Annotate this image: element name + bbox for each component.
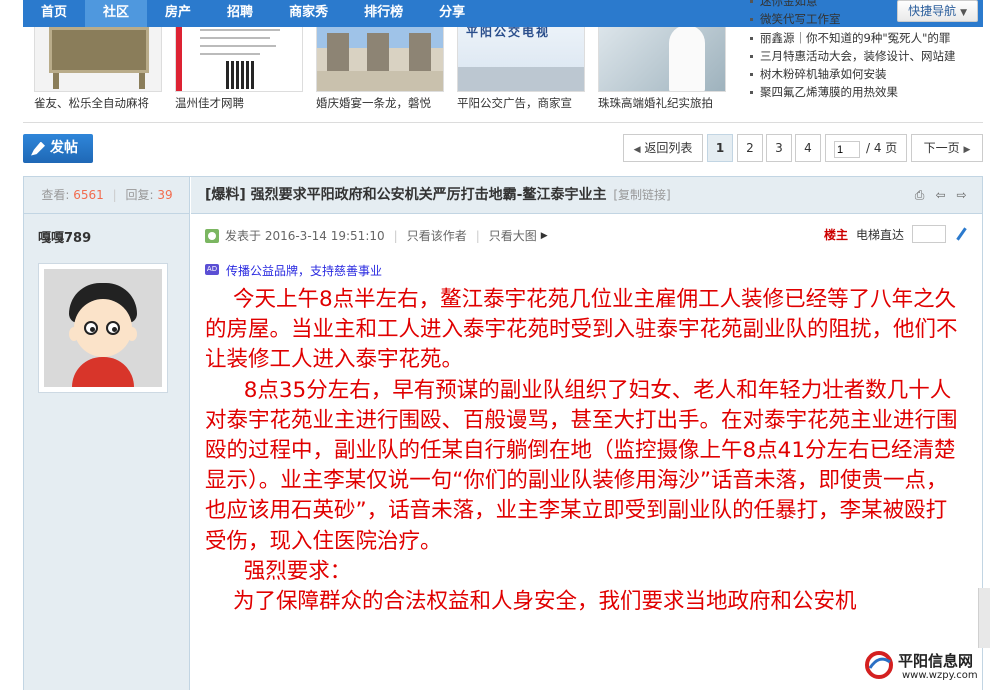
thread-title-bar: [爆料] 强烈要求平阳政府和公安机关严厉打击地霸-鳌江泰宇业主 [复制链接] ⎙… — [191, 177, 982, 214]
nav-item-realestate[interactable]: 房产 — [147, 0, 209, 27]
page: 雀友、松乐全自动麻将 温州佳才网聘 婚庆婚宴一条龙，磐悦 平阳公交电视 平阳公交… — [0, 0, 990, 690]
author-name[interactable]: 嘎嘎789 — [38, 227, 91, 246]
go-arrow-icon[interactable] — [954, 227, 968, 241]
floor-info: 楼主 电梯直达 — [824, 225, 968, 243]
thumbnail-wedding-photo[interactable]: 珠珠高端婚礼纪实旅拍 — [598, 18, 726, 113]
stats-separator: | — [112, 188, 117, 202]
thumbnail-image[interactable] — [598, 18, 726, 92]
meta-separator: | — [475, 228, 480, 243]
thread-title-text: 强烈要求平阳政府和公安机关严厉打击地霸-鳌江泰宇业主 — [250, 187, 607, 203]
quick-nav-label: 快捷导航 — [908, 4, 957, 18]
only-author-link[interactable]: 只看该作者 — [407, 227, 467, 244]
next-thread-icon[interactable]: ⇨ — [955, 189, 968, 202]
chevron-left-icon: ◀ — [633, 145, 641, 155]
post-date: 发表于 2016-3-14 19:51:10 — [225, 229, 385, 243]
headline-item[interactable]: 聚四氟乙烯薄膜的用热效果 — [748, 83, 980, 101]
thumbnail-caption[interactable]: 珠珠高端婚礼纪实旅拍 — [598, 95, 738, 111]
thumbnail-caption[interactable]: 婚庆婚宴一条龙，磐悦 — [316, 95, 456, 111]
page-button[interactable]: 4 — [795, 134, 821, 162]
elevator-label: 电梯直达 — [855, 227, 904, 242]
avatar[interactable] — [38, 263, 168, 393]
prev-thread-icon[interactable]: ⇦ — [934, 189, 947, 202]
watermark-url: www.wzpy.com — [902, 670, 978, 681]
author-column: 查看: 6561 | 回复: 39 嘎嘎789 — [24, 177, 190, 690]
next-page-button[interactable]: 下一页 ▶ — [911, 134, 983, 162]
views-label: 查看: — [41, 188, 70, 202]
nav-item-home[interactable]: 首页 — [23, 0, 85, 27]
thumbnail-image[interactable] — [316, 18, 444, 92]
post-meta: 发表于 2016-3-14 19:51:10 | 只看该作者 | 只看大图 ▶ — [205, 227, 548, 244]
post-paragraph: 今天上午8点半左右，鳌江泰宇花苑几位业主雇佣工人装修已经等了八年之久的房屋。当业… — [205, 287, 958, 373]
views-count: 6561 — [73, 188, 104, 202]
triangle-right-icon: ▶ — [540, 230, 548, 241]
avatar-image[interactable] — [44, 269, 162, 387]
page-jump-input[interactable] — [834, 141, 860, 158]
quick-nav-button[interactable]: 快捷导航 ▼ — [897, 0, 978, 22]
floor-jump-input[interactable] — [912, 225, 946, 243]
new-post-label: 发帖 — [50, 140, 78, 156]
print-icon[interactable]: ⎙ — [913, 189, 926, 202]
nav-item-share[interactable]: 分享 — [421, 0, 483, 27]
thumbnail-caption[interactable]: 温州佳才网聘 — [175, 95, 315, 111]
pencil-icon — [31, 141, 45, 156]
page-button[interactable]: 2 — [737, 134, 763, 162]
post-paragraph: 强烈要求： — [243, 558, 352, 584]
chevron-right-icon: ▶ — [963, 145, 971, 155]
headline-item[interactable]: 三月特惠活动大会，装修设计、网站建 — [748, 47, 980, 65]
caret-down-icon: ▼ — [960, 8, 967, 18]
divider — [23, 122, 983, 123]
online-user-icon — [205, 228, 219, 243]
ad-text[interactable]: 传播公益品牌，支持慈善事业 — [226, 263, 382, 277]
thumbnail-caption[interactable]: 平阳公交广告，商家宣 — [457, 95, 597, 111]
ad-badge-icon: AD — [205, 264, 219, 275]
nav-item-community[interactable]: 社区 — [85, 0, 148, 27]
thumbnail-wedding[interactable]: 婚庆婚宴一条龙，磐悦 — [316, 18, 444, 113]
thumbnail-bus-ad[interactable]: 平阳公交电视 平阳公交广告，商家宣 — [457, 18, 585, 113]
page-total: / 4 页 — [866, 141, 898, 155]
watermark-title: 平阳信息网 — [898, 652, 974, 670]
scrollbar[interactable] — [978, 588, 990, 648]
site-logo-icon — [865, 651, 893, 679]
site-watermark: 平阳信息网 www.wzpy.com — [862, 646, 982, 686]
nav-item-rankings[interactable]: 排行榜 — [346, 0, 421, 27]
replies-label: 回复: — [125, 188, 154, 202]
thread-stats: 查看: 6561 | 回复: 39 — [24, 177, 190, 214]
post-content-column: [爆料] 强烈要求平阳政府和公安机关严厉打击地霸-鳌江泰宇业主 [复制链接] ⎙… — [191, 177, 982, 690]
headline-item[interactable]: 树木粉碎机轴承如何安装 — [748, 65, 980, 83]
ad-image-strip: 雀友、松乐全自动麻将 温州佳才网聘 婚庆婚宴一条龙，磐悦 平阳公交电视 平阳公交… — [34, 18, 734, 113]
post-panel: 查看: 6561 | 回复: 39 嘎嘎789 [爆料] 强烈要求平阳政府和公安… — [23, 176, 983, 690]
thumbnail-mahjong[interactable]: 雀友、松乐全自动麻将 — [34, 18, 162, 113]
thread-title: [爆料] 强烈要求平阳政府和公安机关严厉打击地霸-鳌江泰宇业主 [复制链接] — [205, 177, 671, 214]
back-to-list-button[interactable]: ◀ 返回列表 — [623, 134, 703, 162]
thumbnail-image[interactable] — [34, 18, 162, 92]
qr-code-icon — [226, 61, 254, 89]
thumbnail-image[interactable] — [175, 18, 303, 92]
thumbnail-image[interactable]: 平阳公交电视 — [457, 18, 585, 92]
post-paragraph: 8点35分左右，早有预谋的副业队组织了妇女、老人和年轻力壮者数几十人对泰宇花苑业… — [205, 377, 958, 554]
page-button[interactable]: 1 — [707, 134, 733, 162]
ad-banner[interactable]: AD 传播公益品牌，支持慈善事业 — [205, 263, 382, 277]
page-button[interactable]: 3 — [766, 134, 792, 162]
next-page-label: 下一页 — [923, 141, 960, 155]
thumbnail-recruit[interactable]: 温州佳才网聘 — [175, 18, 303, 113]
nav-item-merchants[interactable]: 商家秀 — [271, 0, 346, 27]
page-jump-box: / 4 页 — [825, 134, 907, 162]
headline-item[interactable]: 丽鑫源｜你不知道的9种"冤死人"的罪 — [748, 29, 980, 47]
thumbnail-caption[interactable]: 雀友、松乐全自动麻将 — [34, 95, 174, 111]
nav-item-jobs[interactable]: 招聘 — [209, 0, 271, 27]
copy-link-button[interactable]: [复制链接] — [613, 188, 670, 202]
replies-count: 39 — [157, 188, 173, 202]
thread-tools: ⎙ ⇦ ⇨ — [913, 189, 968, 202]
post-body: 今天上午8点半左右，鳌江泰宇花苑几位业主雇佣工人装修已经等了八年之久的房屋。当业… — [205, 285, 965, 617]
view-large-image-link[interactable]: 只看大图 — [489, 227, 537, 244]
floor-label: 楼主 — [823, 227, 848, 242]
back-to-list-label: 返回列表 — [644, 141, 693, 155]
thread-tag[interactable]: [爆料] — [205, 187, 246, 203]
new-post-button[interactable]: 发帖 — [23, 134, 93, 163]
meta-separator: | — [393, 228, 398, 243]
post-paragraph: 为了保障群众的合法权益和人身安全，我们要求当地政府和公安机 — [232, 589, 857, 615]
